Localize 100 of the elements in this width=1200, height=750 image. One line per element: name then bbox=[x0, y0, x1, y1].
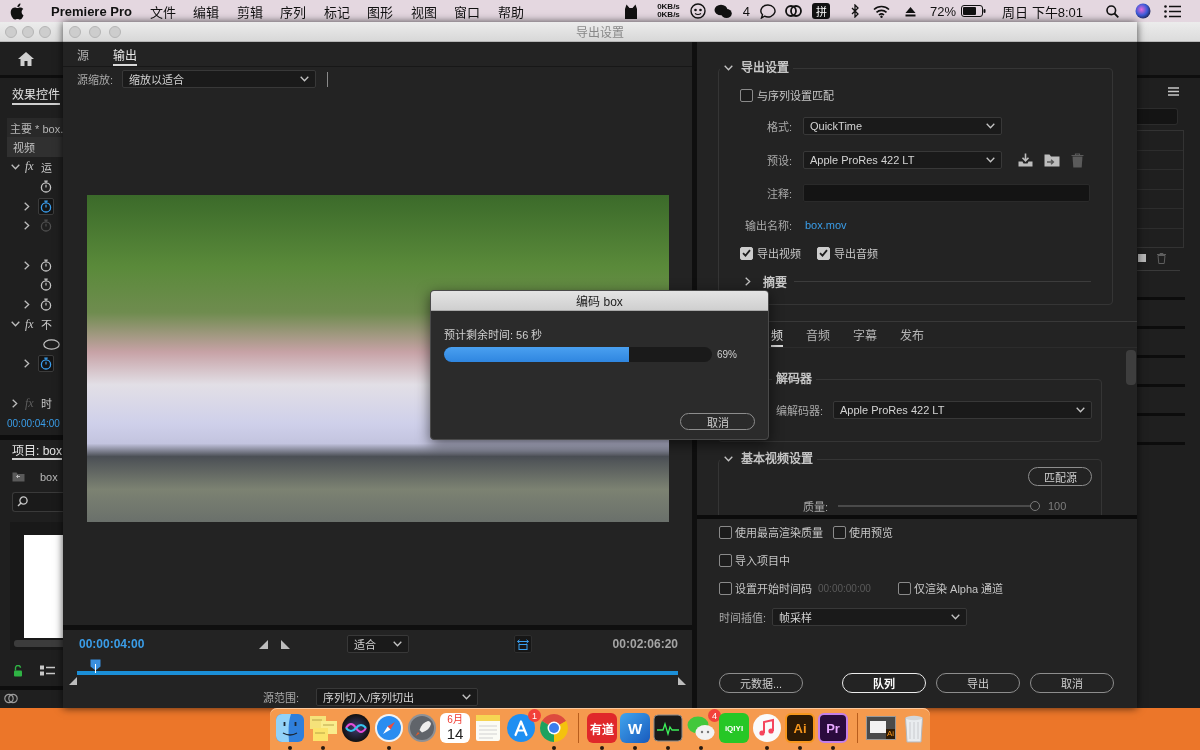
input-method-indicator[interactable]: 拼 bbox=[812, 3, 831, 19]
tab[interactable]: 频 bbox=[771, 322, 783, 347]
tab[interactable]: 输出 bbox=[113, 42, 137, 66]
dropdown[interactable]: 帧采样 bbox=[772, 608, 968, 626]
triangle-icon[interactable] bbox=[678, 677, 686, 685]
app-tile[interactable]: Pr bbox=[818, 713, 848, 743]
triangle-icon[interactable] bbox=[259, 639, 268, 649]
minimized-window[interactable]: Ai bbox=[866, 716, 896, 740]
app-menu[interactable]: Premiere Pro bbox=[51, 3, 132, 19]
caret-icon[interactable] bbox=[951, 614, 961, 620]
battery-icon[interactable] bbox=[961, 5, 987, 17]
clock[interactable]: 周日 下午8:01 bbox=[1002, 1, 1083, 21]
calendar-app[interactable]: 6月 14 bbox=[440, 713, 470, 743]
chevron-icon[interactable] bbox=[24, 221, 30, 231]
checkbox[interactable] bbox=[719, 553, 732, 567]
stopwatch-icon[interactable] bbox=[38, 296, 54, 314]
folder-arrow-icon[interactable] bbox=[1044, 153, 1060, 167]
dropdown[interactable]: QuickTime bbox=[803, 117, 1002, 135]
chevron-icon[interactable] bbox=[24, 300, 30, 310]
smiling-face-icon[interactable] bbox=[275, 713, 305, 743]
caret-icon[interactable] bbox=[1076, 407, 1085, 413]
checkbox[interactable] bbox=[719, 525, 732, 539]
caret-icon[interactable] bbox=[393, 641, 402, 647]
dropdown[interactable]: 缩放以适合 bbox=[122, 70, 317, 88]
chevron-icon[interactable] bbox=[745, 276, 751, 286]
tab[interactable]: 音频 bbox=[806, 322, 830, 347]
menu-icon[interactable] bbox=[1168, 86, 1179, 96]
checkbox[interactable] bbox=[740, 88, 753, 102]
tab[interactable]: 源 bbox=[77, 42, 89, 66]
checkbox[interactable] bbox=[719, 581, 732, 595]
menu-item[interactable]: 序列 bbox=[280, 1, 307, 21]
checkbox[interactable] bbox=[740, 246, 753, 260]
rings-logo-icon[interactable] bbox=[4, 693, 18, 705]
caret-icon[interactable] bbox=[986, 157, 995, 163]
search-field[interactable] bbox=[12, 491, 63, 512]
stopwatch-icon[interactable] bbox=[38, 355, 54, 373]
menu-item[interactable]: 窗口 bbox=[454, 1, 481, 21]
chevron-icon[interactable] bbox=[24, 201, 30, 211]
checkbox[interactable] bbox=[817, 246, 830, 260]
app-tile[interactable]: Ai bbox=[785, 713, 815, 743]
trash-icon[interactable] bbox=[1157, 252, 1166, 264]
checkbox[interactable] bbox=[898, 581, 911, 595]
chevron-icon[interactable] bbox=[12, 398, 18, 408]
search-icon[interactable] bbox=[17, 496, 28, 508]
file-name-link[interactable]: box.mov bbox=[805, 219, 847, 231]
dropdown[interactable]: 序列切入/序列切出 bbox=[316, 688, 478, 706]
dropdown[interactable]: Apple ProRes 422 LT bbox=[833, 401, 1092, 419]
triangle-icon[interactable] bbox=[281, 639, 290, 649]
bluetooth-icon[interactable] bbox=[851, 4, 860, 18]
chevron-icon[interactable] bbox=[724, 456, 733, 462]
rings-logo-icon[interactable] bbox=[785, 5, 803, 17]
tab[interactable]: 字幕 bbox=[853, 322, 877, 347]
ellipse-mask-icon[interactable] bbox=[43, 338, 60, 350]
orb-icon[interactable] bbox=[341, 713, 371, 743]
tab[interactable]: 发布 bbox=[900, 322, 924, 347]
chevron-icon[interactable] bbox=[24, 359, 30, 369]
dropdown[interactable]: 适合 bbox=[347, 635, 409, 653]
chevron-icon[interactable] bbox=[10, 163, 20, 170]
apple-logo-icon[interactable] bbox=[10, 2, 24, 20]
triangle-icon[interactable] bbox=[69, 677, 77, 685]
text-field[interactable] bbox=[1137, 108, 1178, 125]
rocket-icon[interactable] bbox=[407, 713, 437, 743]
home-icon[interactable] bbox=[17, 50, 35, 67]
menu-item[interactable]: 文件 bbox=[149, 1, 176, 21]
app-store-icon[interactable] bbox=[506, 713, 536, 743]
menu-item[interactable]: 剪辑 bbox=[236, 1, 263, 21]
search-icon[interactable] bbox=[1106, 4, 1119, 18]
wifi-icon[interactable] bbox=[873, 4, 891, 18]
dropdown[interactable]: Apple ProRes 422 LT bbox=[803, 151, 1002, 169]
tab[interactable]: 效果控件 bbox=[12, 83, 60, 105]
chevron-icon[interactable] bbox=[724, 65, 733, 71]
timecode[interactable]: 00:00:04:00 bbox=[0, 412, 63, 435]
round-face-icon[interactable] bbox=[689, 3, 706, 19]
menu-item[interactable]: 图形 bbox=[367, 1, 394, 21]
cat-icon[interactable] bbox=[624, 3, 639, 19]
slider-thumb[interactable] bbox=[1030, 501, 1040, 511]
download-icon[interactable] bbox=[1018, 153, 1033, 167]
playhead-handle[interactable] bbox=[89, 659, 101, 673]
clip-thumbnail[interactable] bbox=[24, 534, 63, 638]
folder-icon[interactable] bbox=[12, 471, 25, 483]
menu-item[interactable]: 视图 bbox=[410, 1, 437, 21]
caret-icon[interactable] bbox=[300, 76, 310, 82]
stopwatch-icon[interactable] bbox=[38, 276, 54, 294]
caret-icon[interactable] bbox=[462, 694, 471, 700]
activity-graph-icon[interactable] bbox=[653, 713, 683, 743]
current-timecode[interactable]: 00:00:04:00 bbox=[79, 637, 259, 651]
chat-bubbles-icon[interactable] bbox=[713, 3, 732, 19]
chevron-icon[interactable] bbox=[10, 321, 20, 328]
scrollbar[interactable] bbox=[14, 639, 63, 647]
menu-item[interactable]: 标记 bbox=[323, 1, 350, 21]
effect-toggle[interactable]: fx bbox=[25, 159, 34, 175]
eject-icon[interactable] bbox=[905, 5, 917, 17]
music-note-icon[interactable] bbox=[752, 713, 782, 743]
caret-icon[interactable] bbox=[986, 123, 995, 129]
effect-toggle[interactable]: fx bbox=[25, 316, 34, 332]
orb-icon[interactable] bbox=[1135, 3, 1151, 19]
tri-color-circle-icon[interactable] bbox=[539, 713, 569, 743]
padlock-icon[interactable] bbox=[13, 664, 23, 677]
stopwatch-icon[interactable] bbox=[38, 197, 54, 215]
list-icon[interactable] bbox=[1164, 4, 1181, 18]
